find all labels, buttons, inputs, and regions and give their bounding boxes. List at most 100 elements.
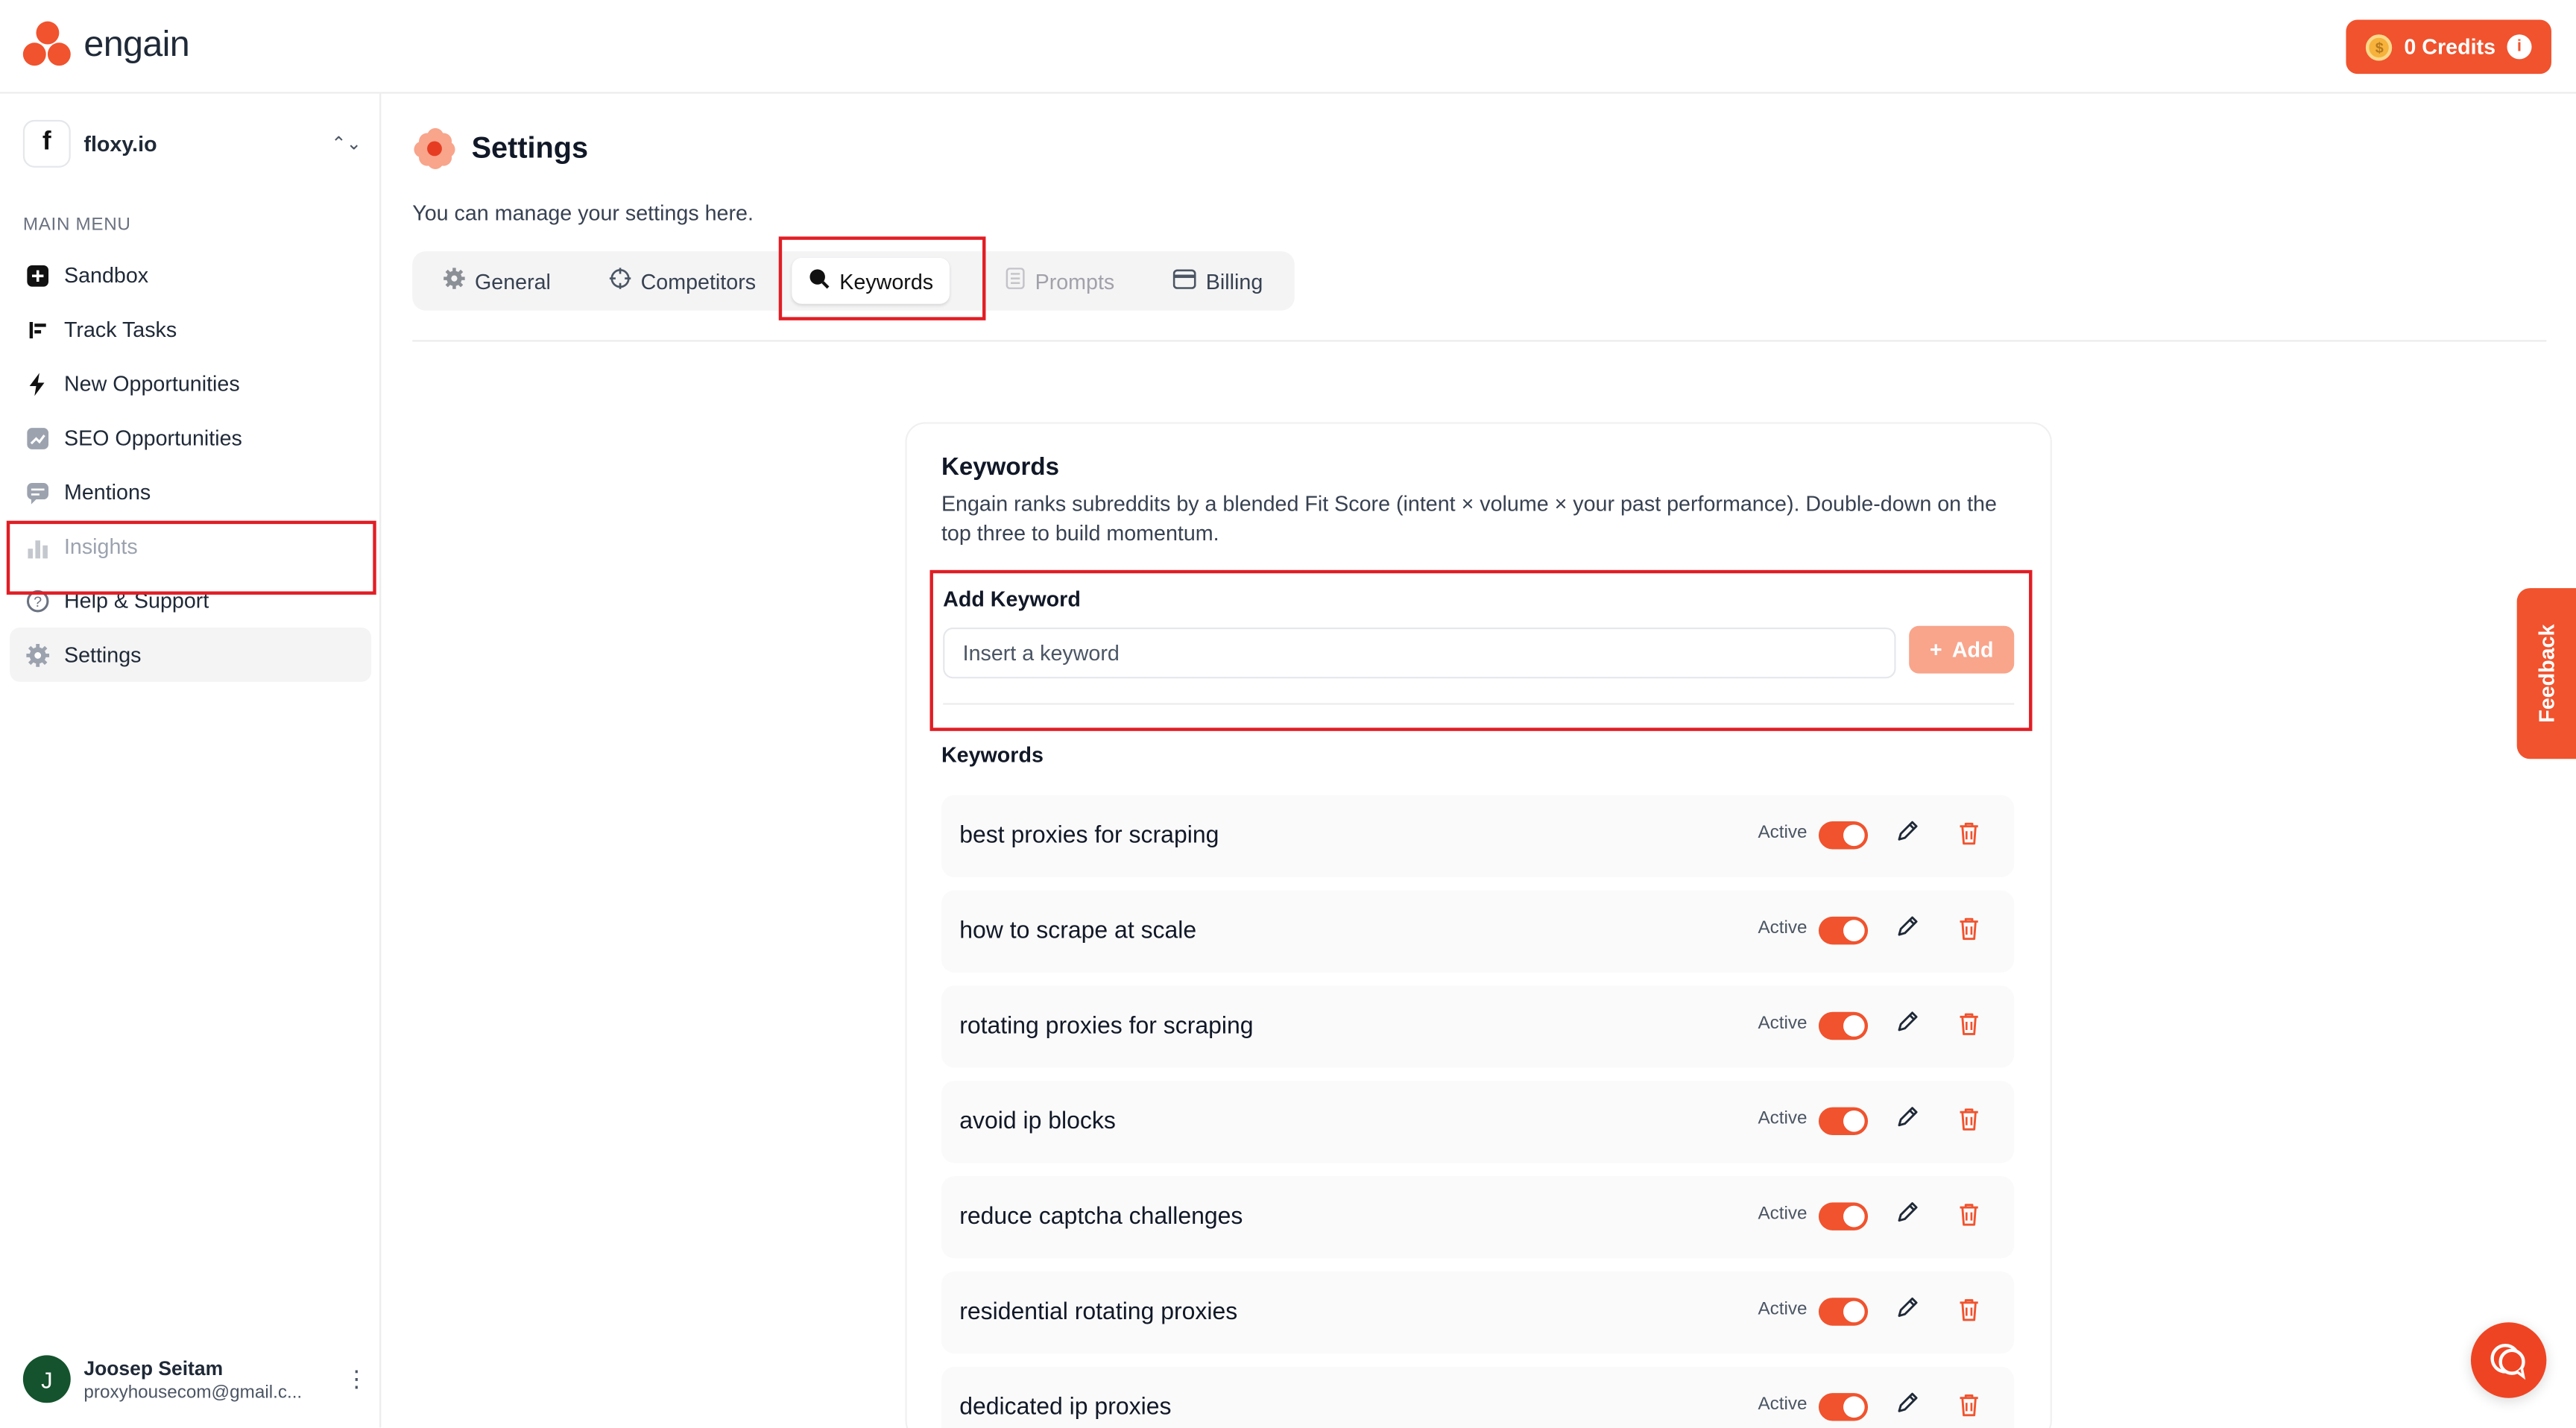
info-icon: i (2507, 34, 2532, 60)
keyword-active-toggle[interactable] (1818, 1298, 1869, 1326)
sidebar-item-sandbox[interactable]: Sandbox (10, 248, 371, 303)
user-name: Joosep Seitam (83, 1356, 224, 1380)
keyword-active-toggle[interactable] (1818, 1011, 1869, 1040)
brand-logo[interactable]: engain (22, 19, 190, 69)
app-root: engain $ 0 Credits i f floxy.io ⌃⌄ MAIN … (0, 0, 2576, 1428)
tab-general[interactable]: General (427, 258, 567, 304)
tab-competitors[interactable]: Competitors (593, 258, 772, 304)
keyword-row: best proxies for scraping Active (941, 794, 2015, 877)
chat-launcher-button[interactable] (2470, 1322, 2547, 1398)
sidebar-item-label: Settings (63, 642, 142, 667)
svg-text:?: ? (34, 593, 42, 610)
keyword-text: how to scrape at scale (959, 918, 1197, 945)
sidebar-item-label: SEO Opportunities (63, 425, 242, 450)
trash-icon[interactable] (1958, 1108, 1981, 1134)
workspace-logo: f (22, 119, 71, 167)
page-subtitle: You can manage your settings here. (412, 200, 754, 225)
pencil-icon[interactable] (1896, 1105, 1919, 1133)
chevron-up-down-icon: ⌃⌄ (331, 133, 362, 154)
keyword-row: reduce captcha challenges Active (941, 1176, 2015, 1259)
plus-square-icon (26, 264, 49, 287)
sidebar-item-seo-opportunities[interactable]: SEO Opportunities (10, 411, 371, 465)
keyword-row: dedicated ip proxies Active (941, 1366, 2015, 1428)
trash-icon[interactable] (1958, 917, 1981, 943)
tab-label: Prompts (1035, 268, 1115, 294)
top-bar: engain $ 0 Credits i (0, 0, 2576, 94)
crosshair-icon (609, 268, 631, 294)
sidebar-item-label: Mentions (63, 479, 151, 505)
list-icon (26, 317, 49, 341)
tab-prompts[interactable]: Prompts (989, 258, 1131, 304)
workspace-switcher[interactable]: f floxy.io ⌃⌄ (22, 119, 362, 168)
chat-icon (2490, 1343, 2526, 1380)
pencil-icon[interactable] (1896, 820, 1919, 847)
trash-icon[interactable] (1958, 1202, 1981, 1228)
trash-icon[interactable] (1958, 821, 1981, 847)
pencil-icon[interactable] (1896, 1391, 1919, 1419)
keyword-text: best proxies for scraping (959, 823, 1219, 850)
credits-label: 0 Credits (2404, 34, 2496, 60)
sidebar-item-label: Sandbox (63, 262, 149, 288)
trash-icon[interactable] (1958, 1298, 1981, 1324)
workspace-name: floxy.io (83, 130, 157, 156)
user-info: Joosep Seitam proxyhousecom@gmail.c... (83, 1356, 302, 1402)
feedback-tab[interactable]: Feedback (2516, 588, 2576, 759)
brand-name: engain (83, 22, 190, 64)
kebab-menu-icon[interactable]: ⋮ (345, 1365, 368, 1393)
credit-card-icon (1172, 268, 1196, 293)
trash-icon[interactable] (1958, 1393, 1981, 1419)
main-menu: Sandbox Track Tasks New Opportunities SE… (10, 248, 372, 682)
keyword-row: residential rotating proxies Active (941, 1271, 2015, 1354)
main-menu-label: MAIN MENU (22, 215, 131, 236)
sidebar-item-settings[interactable]: Settings (10, 627, 372, 682)
sidebar-item-label: New Opportunities (63, 371, 240, 397)
keywords-card-description: Engain ranks subreddits by a blended Fit… (941, 491, 1997, 546)
trash-icon[interactable] (1958, 1012, 1981, 1038)
document-icon (1006, 268, 1025, 294)
coin-icon: $ (2366, 34, 2393, 60)
user-email: proxyhousecom@gmail.c... (83, 1382, 303, 1403)
sidebar-item-label: Track Tasks (63, 317, 177, 342)
gear-icon (26, 642, 50, 666)
engain-logo-icon (22, 19, 72, 69)
keyword-status-label: Active (1758, 1108, 1808, 1129)
sidebar: f floxy.io ⌃⌄ MAIN MENU Sandbox Track Ta… (0, 93, 382, 1428)
pencil-icon[interactable] (1896, 1011, 1919, 1038)
gear-icon (443, 268, 465, 294)
keyword-text: reduce captcha challenges (959, 1204, 1243, 1230)
keyword-status-label: Active (1758, 1394, 1808, 1415)
keyword-active-toggle[interactable] (1818, 1393, 1869, 1421)
keywords-card-title: Keywords (941, 453, 1059, 481)
keywords-list: best proxies for scraping Active how to sc… (941, 794, 2015, 1428)
sidebar-item-mentions[interactable]: Mentions (10, 465, 371, 519)
avatar: J (22, 1355, 71, 1403)
keyword-active-toggle[interactable] (1818, 916, 1869, 945)
keyword-status-label: Active (1758, 1299, 1808, 1319)
keywords-list-label: Keywords (941, 742, 1044, 768)
page-title: Settings (471, 131, 589, 165)
pencil-icon[interactable] (1896, 1201, 1919, 1228)
sidebar-item-new-opportunities[interactable]: New Opportunities (10, 356, 371, 411)
user-profile[interactable]: J Joosep Seitam proxyhousecom@gmail.c...… (22, 1355, 368, 1403)
bolt-icon (26, 372, 49, 396)
keyword-row: avoid ip blocks Active (941, 1081, 2015, 1163)
tab-billing[interactable]: Billing (1157, 258, 1280, 304)
add-keyword-highlight-box (929, 569, 2033, 731)
keyword-text: dedicated ip proxies (959, 1394, 1172, 1421)
settings-flower-icon (414, 127, 455, 170)
keyword-status-label: Active (1758, 1204, 1808, 1225)
header-divider (412, 340, 2547, 342)
keyword-active-toggle[interactable] (1818, 821, 1869, 850)
keyword-row: rotating proxies for scraping Active (941, 985, 2015, 1068)
pencil-icon[interactable] (1896, 1296, 1919, 1324)
keyword-active-toggle[interactable] (1818, 1202, 1869, 1230)
message-icon (26, 481, 49, 504)
keyword-active-toggle[interactable] (1818, 1107, 1869, 1136)
settings-highlight-box (6, 520, 376, 595)
credits-button[interactable]: $ 0 Credits i (2346, 19, 2551, 75)
keyword-status-label: Active (1758, 823, 1808, 843)
tab-label: Billing (1205, 268, 1263, 294)
sidebar-item-track-tasks[interactable]: Track Tasks (10, 303, 371, 357)
keyword-status-label: Active (1758, 918, 1808, 938)
pencil-icon[interactable] (1896, 915, 1919, 943)
